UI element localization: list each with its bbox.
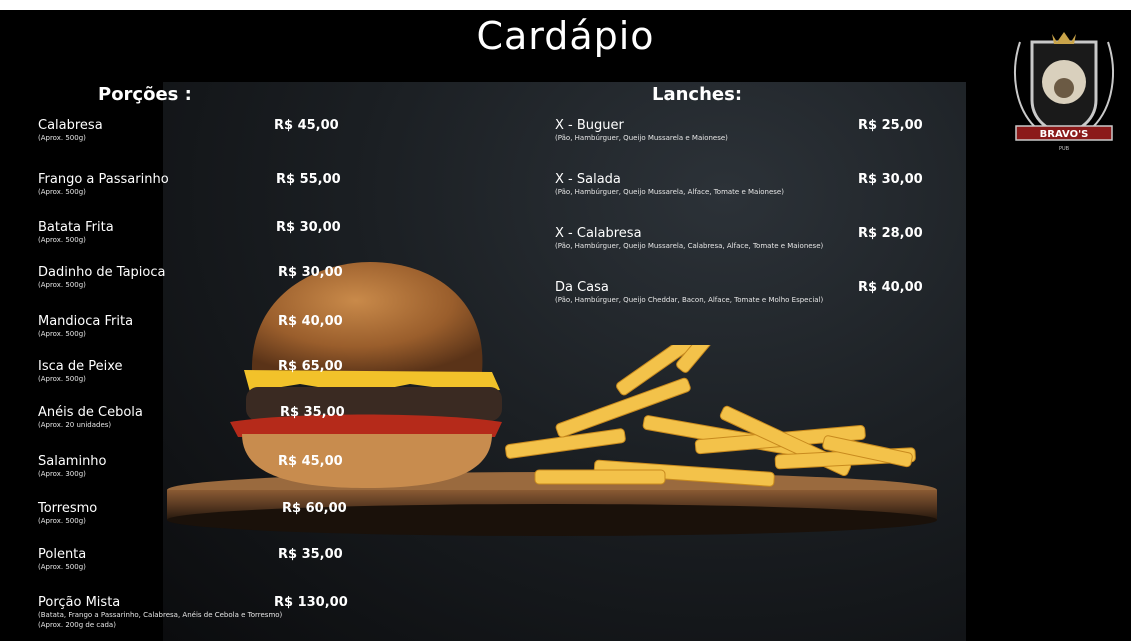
item-name: Calabresa <box>38 118 103 133</box>
item-name: Frango a Passarinho <box>38 172 169 187</box>
top-band <box>0 0 1131 10</box>
list-item: Mandioca Frita (Aprox. 500g) <box>38 314 133 339</box>
menu-board: Cardápio BRAVO'S PUB Porções : Calabresa… <box>0 0 1131 641</box>
list-item: X - Calabresa (Pão, Hambúrguer, Queijo M… <box>555 226 823 251</box>
bravos-pub-logo: BRAVO'S PUB <box>1014 32 1114 152</box>
item-note: (Aprox. 500g) <box>38 563 86 571</box>
item-price: R$ 65,00 <box>278 359 343 374</box>
item-price: R$ 40,00 <box>858 280 923 295</box>
item-price: R$ 30,00 <box>278 265 343 280</box>
item-name: Salaminho <box>38 454 107 469</box>
item-name: Dadinho de Tapioca <box>38 265 166 280</box>
list-item: Batata Frita (Aprox. 500g) <box>38 220 114 245</box>
item-note: (Aprox. 300g) <box>38 470 86 478</box>
list-item: Isca de Peixe (Aprox. 500g) <box>38 359 123 384</box>
item-price: R$ 60,00 <box>282 501 347 516</box>
item-note: (Aprox. 20 unidades) <box>38 421 112 429</box>
item-note: (Aprox. 500g) <box>38 134 86 142</box>
item-name: Mandioca Frita <box>38 314 134 329</box>
item-note: (Pão, Hambúrguer, Queijo Cheddar, Bacon,… <box>555 296 824 304</box>
item-price: R$ 35,00 <box>278 547 343 562</box>
item-name: Porção Mista <box>38 595 121 610</box>
item-note: (Aprox. 500g) <box>38 517 86 525</box>
item-price: R$ 45,00 <box>274 118 339 133</box>
item-note: (Pão, Hambúrguer, Queijo Mussarela, Alfa… <box>555 188 784 196</box>
item-price: R$ 35,00 <box>280 405 345 420</box>
list-item: Porção Mista (Batata, Frango a Passarinh… <box>38 595 282 630</box>
list-item: Frango a Passarinho (Aprox. 500g) <box>38 172 169 197</box>
item-note: (Aprox. 500g) <box>38 281 86 289</box>
item-name: X - Salada <box>555 172 621 187</box>
lanches-heading: Lanches: <box>652 84 743 105</box>
item-price: R$ 30,00 <box>858 172 923 187</box>
list-item: X - Salada (Pão, Hambúrguer, Queijo Muss… <box>555 172 784 197</box>
item-note: (Aprox. 500g) <box>38 188 86 196</box>
item-name: Isca de Peixe <box>38 359 123 374</box>
item-price: R$ 30,00 <box>276 220 341 235</box>
list-item: X - Buguer (Pão, Hambúrguer, Queijo Muss… <box>555 118 728 143</box>
item-name: Torresmo <box>38 501 98 516</box>
item-note: (Pão, Hambúrguer, Queijo Mussarela e Mai… <box>555 134 728 142</box>
item-name: X - Buguer <box>555 118 624 133</box>
item-price: R$ 28,00 <box>858 226 923 241</box>
list-item: Calabresa (Aprox. 500g) <box>38 118 103 143</box>
list-item: Polenta (Aprox. 500g) <box>38 547 86 572</box>
item-note: (Batata, Frango a Passarinho, Calabresa,… <box>38 611 283 619</box>
porcoes-heading: Porções : <box>98 84 192 105</box>
item-price: R$ 40,00 <box>278 314 343 329</box>
burger-image <box>230 262 502 488</box>
list-item: Dadinho de Tapioca (Aprox. 500g) <box>38 265 165 290</box>
item-price: R$ 55,00 <box>276 172 341 187</box>
page-title: Cardápio <box>476 14 655 58</box>
item-note: (Aprox. 500g) <box>38 330 86 338</box>
item-price: R$ 25,00 <box>858 118 923 133</box>
list-item: Torresmo (Aprox. 500g) <box>38 501 97 526</box>
item-price: R$ 45,00 <box>278 454 343 469</box>
item-name: Da Casa <box>555 280 609 295</box>
item-name: Batata Frita <box>38 220 114 235</box>
item-price: R$ 130,00 <box>274 595 348 610</box>
logo-subtext: PUB <box>1059 146 1070 152</box>
list-item: Salaminho (Aprox. 300g) <box>38 454 107 479</box>
item-name: X - Calabresa <box>555 226 642 241</box>
item-name: Polenta <box>38 547 87 562</box>
list-item: Anéis de Cebola (Aprox. 20 unidades) <box>38 405 143 430</box>
logo-text: BRAVO'S <box>1040 129 1089 140</box>
fries-image <box>505 345 916 487</box>
item-note: (Aprox. 500g) <box>38 236 86 244</box>
list-item: Da Casa (Pão, Hambúrguer, Queijo Cheddar… <box>555 280 823 305</box>
item-note: (Aprox. 500g) <box>38 375 86 383</box>
item-note-secondary: (Aprox. 200g de cada) <box>38 621 116 629</box>
item-name: Anéis de Cebola <box>38 405 143 420</box>
item-note: (Pão, Hambúrguer, Queijo Mussarela, Cala… <box>555 242 824 250</box>
